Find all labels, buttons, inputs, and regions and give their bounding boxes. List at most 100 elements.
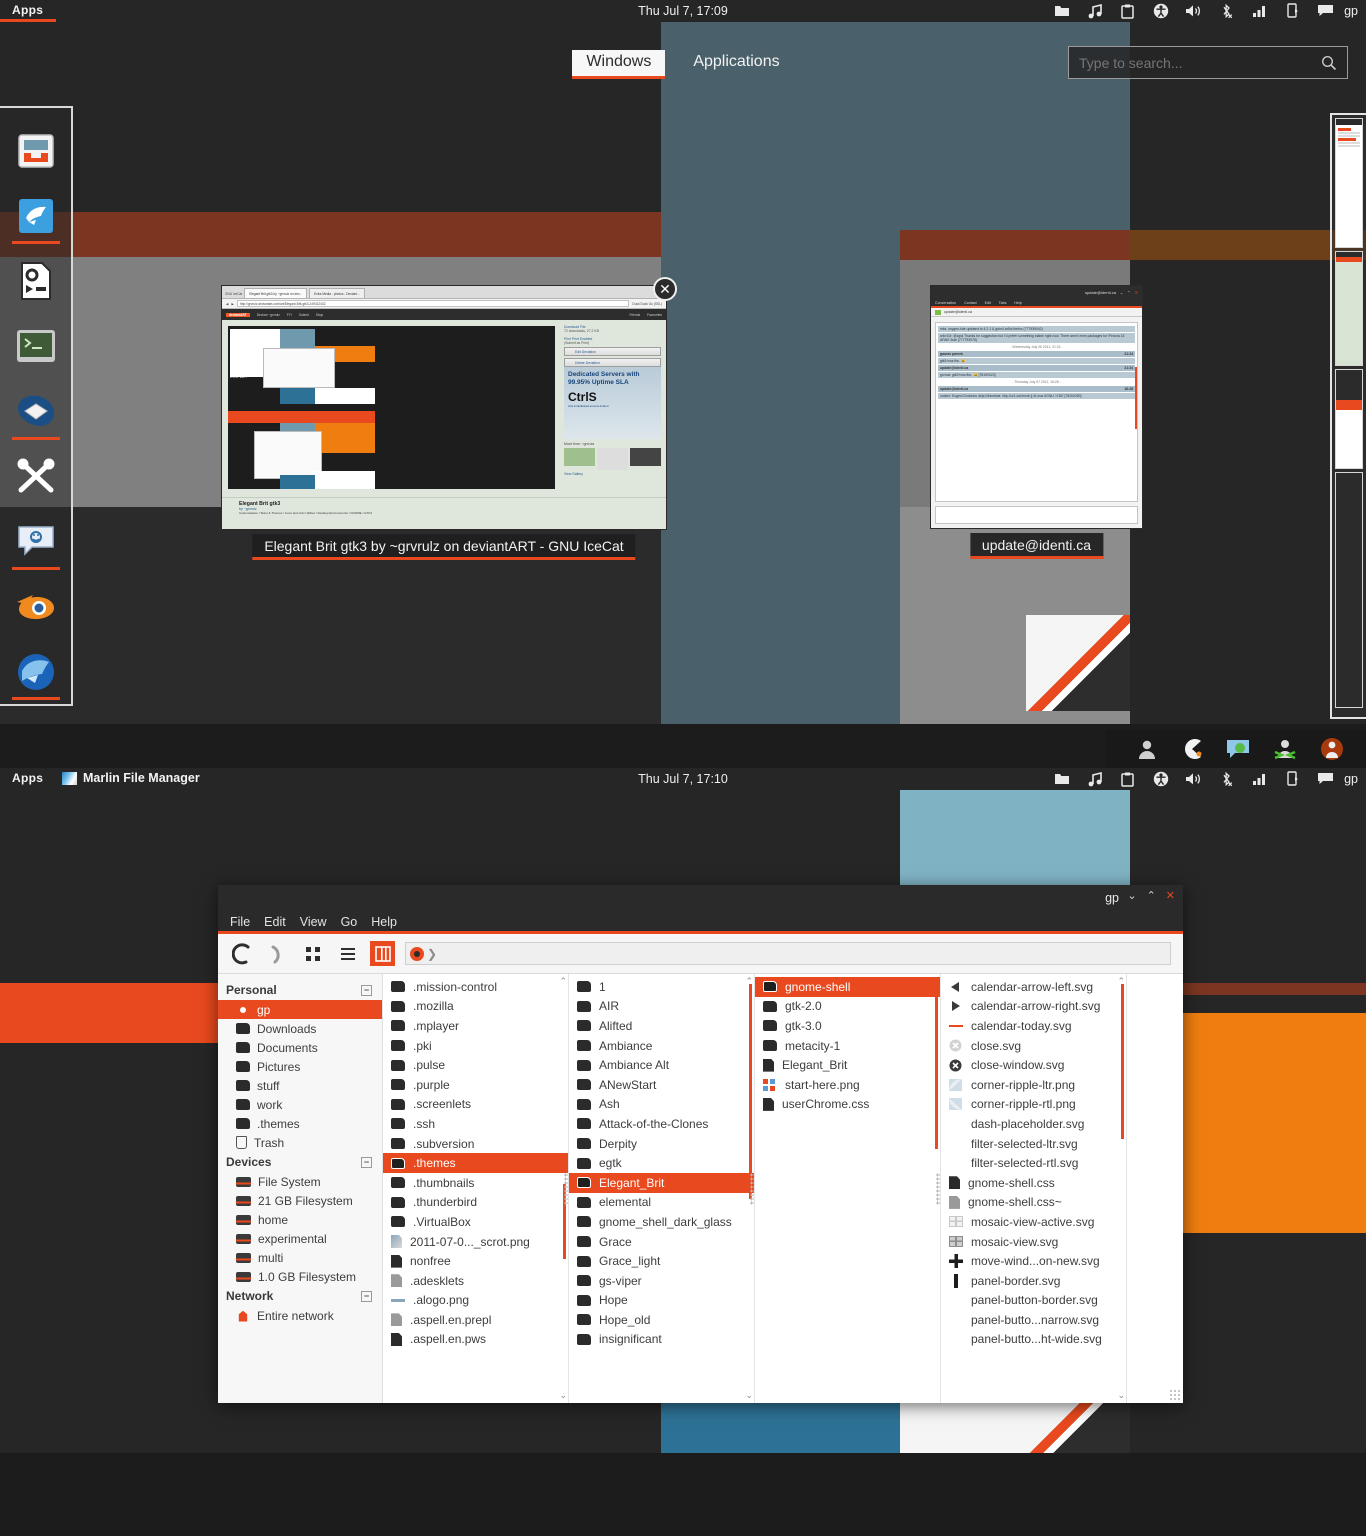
folder-icon[interactable]: [1053, 771, 1070, 788]
file-list-item[interactable]: gnome-shell: [755, 977, 940, 997]
menu-edit[interactable]: Edit: [264, 915, 286, 929]
file-list-item[interactable]: Attack-of-the-Clones: [569, 1114, 754, 1134]
window-preview-chat[interactable]: update@identi.ca ⌄ ⌃ ✕ Conversation Cont…: [930, 285, 1143, 559]
window-preview-browser[interactable]: GNU IceCat Elegant Brit gtk3 by ~grvrulz…: [221, 277, 677, 560]
pacman-icon[interactable]: [1180, 738, 1204, 760]
clipboard-icon[interactable]: [1119, 3, 1136, 20]
scrollbar[interactable]: [935, 984, 938, 1149]
file-list-item[interactable]: corner-ripple-rtl.png: [941, 1095, 1126, 1115]
file-list-item[interactable]: .subversion: [383, 1134, 568, 1154]
dock-item-blender[interactable]: [0, 574, 72, 639]
file-list-item[interactable]: move-wind...on-new.svg: [941, 1251, 1126, 1271]
scrollbar[interactable]: [749, 984, 752, 1199]
browser-forward-icon[interactable]: ▶: [231, 302, 233, 306]
nav-friends[interactable]: Friends: [629, 313, 640, 317]
sidebar-item-gp[interactable]: gp: [218, 1000, 382, 1019]
file-list-item[interactable]: Ambiance Alt: [569, 1055, 754, 1075]
file-list-item[interactable]: panel-button-border.svg: [941, 1291, 1126, 1311]
bluetooth-disabled-icon[interactable]: [1218, 3, 1235, 20]
file-list-item[interactable]: calendar-arrow-right.svg: [941, 997, 1126, 1017]
nav-submit[interactable]: Submit: [299, 313, 309, 317]
sidebar-item-1gb[interactable]: 1.0 GB Filesystem: [218, 1267, 382, 1286]
workspace-thumbnail[interactable]: [1335, 369, 1363, 469]
dock-item-xchat-scissors[interactable]: [0, 444, 72, 509]
browser-tab-1[interactable]: Extra Media - photos - Deviant...: [309, 288, 365, 298]
file-manager-window[interactable]: gp ⌄ ⌃ ✕ File Edit View Go Help ❯ Person…: [218, 885, 1183, 1403]
collapse-toggle[interactable]: −: [361, 984, 372, 996]
tab-windows[interactable]: Windows: [572, 50, 666, 79]
sidebar-item-home[interactable]: home: [218, 1210, 382, 1229]
search-input[interactable]: [1079, 54, 1321, 71]
file-list-item[interactable]: Derpity: [569, 1134, 754, 1154]
file-list-item[interactable]: userChrome.css: [755, 1095, 940, 1115]
sidebar-item-documents[interactable]: Documents: [218, 1038, 382, 1057]
file-list-item[interactable]: gtk-3.0: [755, 1016, 940, 1036]
file-list-item[interactable]: egtk: [569, 1153, 754, 1173]
search-icon[interactable]: [1321, 55, 1337, 71]
window-titlebar[interactable]: gp ⌄ ⌃ ✕: [218, 885, 1183, 912]
sidebar-item-work[interactable]: work: [218, 1095, 382, 1114]
sidebar-item-21gb[interactable]: 21 GB Filesystem: [218, 1191, 382, 1210]
file-list-item[interactable]: gnome_shell_dark_glass: [569, 1212, 754, 1232]
chat-window-thumbnail[interactable]: update@identi.ca ⌄ ⌃ ✕ Conversation Cont…: [930, 285, 1143, 529]
volume-icon[interactable]: [1185, 3, 1202, 20]
menu-help[interactable]: Help: [371, 915, 397, 929]
workspace-thumbnail[interactable]: [1335, 118, 1363, 248]
chat-green-icon[interactable]: [1226, 739, 1250, 759]
battery-icon[interactable]: [1284, 3, 1301, 20]
sidebar-item-trash[interactable]: Trash: [218, 1133, 382, 1152]
chat-log[interactable]: mks: oxygen-kde updated to 4.2.1 & gdm4-…: [935, 322, 1138, 502]
file-list-item[interactable]: gs-viper: [569, 1271, 754, 1291]
file-list-item[interactable]: Alifted: [569, 1016, 754, 1036]
column-view-icon[interactable]: [370, 941, 395, 966]
file-list-item[interactable]: Hope_old: [569, 1310, 754, 1330]
file-list-item[interactable]: Grace: [569, 1232, 754, 1252]
file-list-item[interactable]: close.svg: [941, 1036, 1126, 1056]
advertisement[interactable]: Dedicated Servers with 99.95% Uptime SLA…: [564, 367, 661, 439]
file-list-item[interactable]: Ash: [569, 1095, 754, 1115]
menu-file[interactable]: File: [230, 915, 250, 929]
menu-view[interactable]: View: [300, 915, 327, 929]
contact-icon[interactable]: [1136, 738, 1158, 760]
file-list-item[interactable]: gtk-2.0: [755, 997, 940, 1017]
nav-shop[interactable]: Shop: [316, 313, 323, 317]
person-star-icon[interactable]: [1272, 738, 1298, 760]
file-list-item[interactable]: 1: [569, 977, 754, 997]
sidebar-item-themes[interactable]: .themes: [218, 1114, 382, 1133]
sidebar-item-file-system[interactable]: File System: [218, 1172, 382, 1191]
dock-item-thunderbird[interactable]: [0, 378, 72, 443]
grid-view-icon[interactable]: [300, 941, 325, 966]
browser-back-icon[interactable]: ◀: [226, 302, 228, 306]
scroll-down-icon[interactable]: ⌄: [745, 1390, 753, 1401]
file-list-item[interactable]: .alogo.png: [383, 1291, 568, 1311]
browser-tab-0[interactable]: Elegant Brit gtk3 by ~grvrulz on dev...: [244, 288, 308, 298]
browser-search-engine[interactable]: Duck Duck Go (SSL): [632, 302, 662, 306]
file-list-item[interactable]: gnome-shell.css~: [941, 1193, 1126, 1213]
collapse-toggle[interactable]: −: [361, 1290, 372, 1302]
tab-applications[interactable]: Applications: [679, 50, 793, 76]
file-list-item[interactable]: metacity-1: [755, 1036, 940, 1056]
menu-go[interactable]: Go: [341, 915, 358, 929]
music-icon[interactable]: [1086, 3, 1103, 20]
gallery-thumb[interactable]: [630, 448, 661, 466]
nav-fyi[interactable]: FYI: [287, 313, 292, 317]
column-resize-grip[interactable]: [564, 1172, 568, 1205]
more-from-label[interactable]: More from ~grvrulz: [564, 442, 661, 446]
dock-item-firefox-blue[interactable]: [0, 639, 72, 704]
file-list-item[interactable]: .adesklets: [383, 1271, 568, 1291]
file-list-item[interactable]: .VirtualBox: [383, 1212, 568, 1232]
file-list-item[interactable]: calendar-today.svg: [941, 1016, 1126, 1036]
home-crumb-icon[interactable]: [410, 946, 424, 961]
browser-url-field[interactable]: http://grvrulz.deviantart.com/art/Elegan…: [236, 300, 630, 307]
workspace-switcher[interactable]: [1330, 113, 1366, 719]
nav-deviant[interactable]: Deviant ~grvrulz: [257, 313, 280, 317]
sidebar-item-stuff[interactable]: stuff: [218, 1076, 382, 1095]
minimize-icon[interactable]: ⌄: [1120, 290, 1123, 295]
file-list-item[interactable]: elemental: [569, 1193, 754, 1213]
scroll-up-icon[interactable]: ⌃: [559, 976, 567, 987]
file-list-item[interactable]: filter-selected-ltr.svg: [941, 1134, 1126, 1154]
maximize-button[interactable]: ⌃: [1147, 889, 1156, 902]
scroll-down-icon[interactable]: ⌄: [559, 1390, 567, 1401]
file-list-item[interactable]: .pulse: [383, 1055, 568, 1075]
dock-item-terminal[interactable]: [0, 313, 72, 378]
